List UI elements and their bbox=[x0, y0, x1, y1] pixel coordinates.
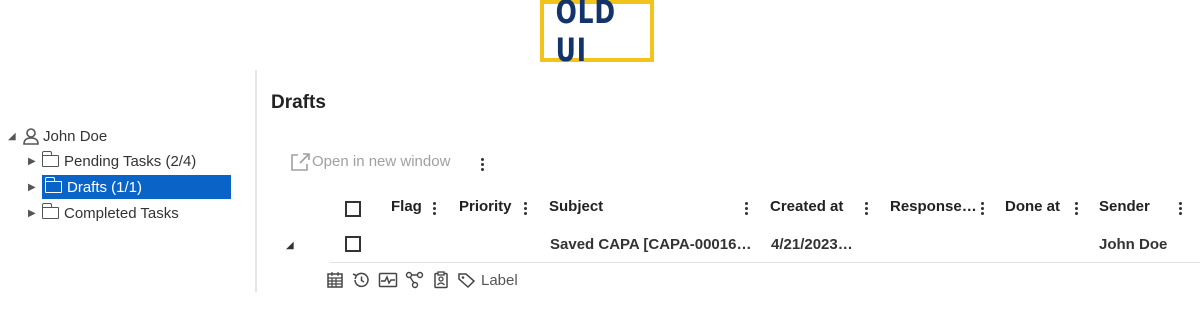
open-new-window-label: Open in new window bbox=[312, 153, 451, 170]
column-menu-icon[interactable] bbox=[865, 200, 869, 217]
column-menu-icon[interactable] bbox=[1179, 200, 1183, 217]
tree-item-label: Pending Tasks (2/4) bbox=[64, 152, 197, 170]
workflow-icon[interactable] bbox=[405, 271, 425, 289]
folder-icon bbox=[44, 177, 62, 193]
activity-chart-icon[interactable] bbox=[378, 271, 398, 289]
row-divider bbox=[330, 262, 1200, 263]
column-menu-icon[interactable] bbox=[524, 200, 528, 217]
tree-item-label: Completed Tasks bbox=[64, 204, 179, 222]
tree-item-drafts[interactable]: ▶ Drafts (1/1) bbox=[28, 175, 231, 199]
column-header-done-at[interactable]: Done at bbox=[1005, 198, 1060, 215]
column-header-sender[interactable]: Sender bbox=[1099, 198, 1150, 215]
toolbar: Open in new window bbox=[290, 150, 485, 173]
column-menu-icon[interactable] bbox=[981, 200, 985, 217]
tree-item-drafts-highlight: Drafts (1/1) bbox=[42, 175, 231, 199]
badge-text: OLD UI bbox=[555, 0, 616, 69]
cell-sender: John Doe bbox=[1099, 236, 1168, 253]
clipboard-user-icon[interactable] bbox=[432, 271, 450, 289]
toolbar-more-icon[interactable] bbox=[481, 156, 485, 173]
folder-icon bbox=[41, 151, 59, 167]
tree-item-pending-tasks[interactable]: ▶ Pending Tasks (2/4) bbox=[28, 149, 196, 173]
expand-triangle-icon[interactable]: ▶ bbox=[28, 208, 42, 219]
old-ui-badge: OLD UI bbox=[540, 0, 654, 69]
label-text: Label bbox=[481, 271, 518, 289]
tag-icon bbox=[458, 273, 476, 289]
column-menu-icon[interactable] bbox=[433, 200, 437, 217]
page-title: Drafts bbox=[271, 92, 326, 113]
column-header-subject[interactable]: Subject bbox=[549, 198, 603, 215]
select-all-checkbox[interactable] bbox=[345, 201, 361, 217]
column-header-priority[interactable]: Priority bbox=[459, 198, 512, 215]
tree-root-label: John Doe bbox=[43, 127, 108, 145]
column-menu-icon[interactable] bbox=[1075, 200, 1079, 217]
history-icon[interactable] bbox=[351, 271, 371, 289]
panel-divider[interactable] bbox=[255, 70, 257, 292]
column-header-created-at[interactable]: Created at bbox=[770, 198, 843, 215]
open-external-icon bbox=[291, 152, 310, 171]
user-icon bbox=[23, 128, 39, 145]
tree-item-label: Drafts (1/1) bbox=[67, 178, 143, 196]
tree-item-completed-tasks[interactable]: ▶ Completed Tasks bbox=[28, 201, 179, 225]
expand-triangle-icon[interactable]: ▶ bbox=[28, 156, 42, 167]
calendar-icon[interactable] bbox=[326, 271, 344, 289]
row-action-bar: Label bbox=[326, 271, 518, 289]
open-new-window-button[interactable]: Open in new window bbox=[290, 152, 450, 172]
collapse-triangle-icon[interactable]: ◢ bbox=[8, 131, 22, 142]
row-checkbox[interactable] bbox=[345, 236, 361, 252]
column-header-flag[interactable]: Flag bbox=[391, 198, 422, 215]
label-action[interactable]: Label bbox=[457, 271, 518, 289]
cell-subject[interactable]: Saved CAPA [CAPA-00016… bbox=[550, 236, 751, 253]
folder-icon bbox=[41, 203, 59, 219]
column-header-response[interactable]: Response… bbox=[890, 198, 977, 215]
row-expand-triangle-icon[interactable]: ◢ bbox=[286, 240, 294, 251]
expand-triangle-icon[interactable]: ▶ bbox=[28, 182, 42, 193]
column-menu-icon[interactable] bbox=[745, 200, 749, 217]
cell-created-at: 4/21/2023… bbox=[771, 236, 853, 253]
tree-root-john-doe[interactable]: ◢ John Doe bbox=[8, 124, 107, 148]
